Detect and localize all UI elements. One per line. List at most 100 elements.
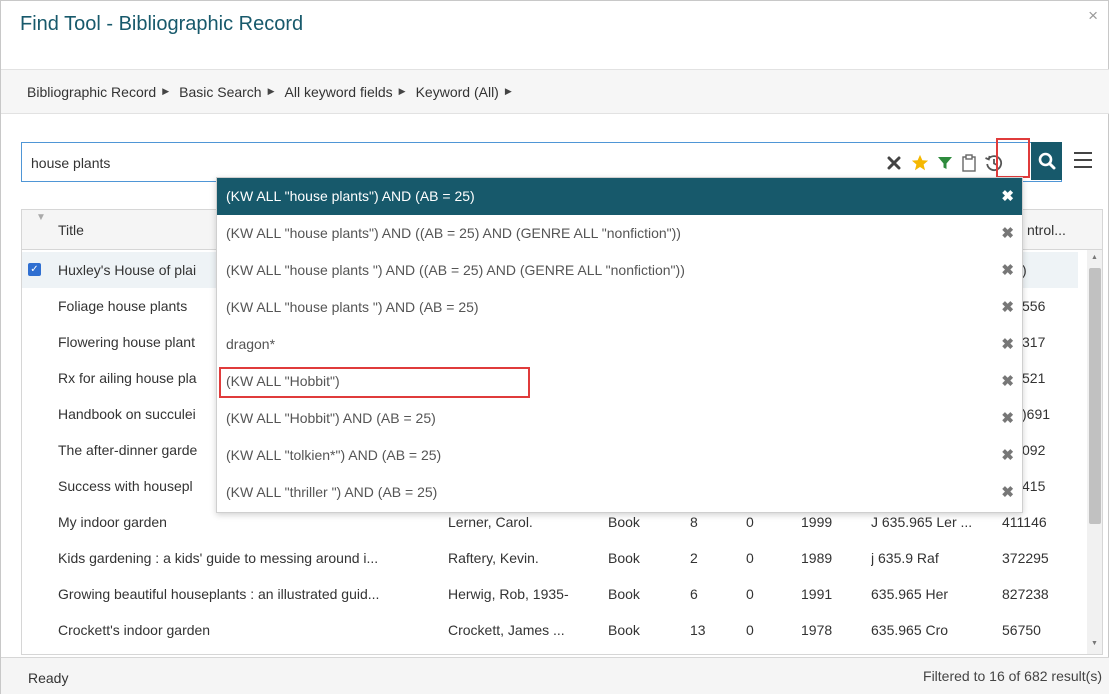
cell-year: 1991 [801,586,833,602]
scroll-up-icon[interactable]: ▲ [1091,254,1098,261]
remove-icon[interactable]: ✖ [1001,372,1014,390]
cell-year: 1999 [801,514,833,530]
pin-icon[interactable]: ▼ [36,212,46,223]
vertical-scrollbar[interactable]: ▲ ▼ [1087,250,1102,654]
cell-control: 521 [1022,370,1046,386]
cell-author: Herwig, Rob, 1935- [448,586,569,602]
clipboard-icon[interactable] [958,151,980,175]
cell-control: 411146 [1002,514,1047,530]
history-item[interactable]: (KW ALL "house plants") AND ((AB = 25) A… [217,215,1022,252]
cell-title: Foliage house plants [58,298,188,314]
cell-year: 1989 [801,550,833,566]
history-item-label: (KW ALL "tolkien*") AND (AB = 25) [226,447,442,463]
history-item[interactable]: dragon* ✖ [217,326,1022,363]
status-text: Ready [28,670,69,686]
remove-icon[interactable]: ✖ [1001,335,1014,353]
filter-icon[interactable] [934,151,956,175]
table-row[interactable]: Kids gardening : a kids' guide to messin… [22,540,1078,576]
status-bar: Ready Filtered to 16 of 682 result(s) [1,657,1109,694]
history-item[interactable]: (KW ALL "house plants") AND (AB = 25) ✖ [217,178,1022,215]
remove-icon[interactable]: ✖ [1001,483,1014,501]
cell-title: Growing beautiful houseplants : an illus… [58,586,380,602]
cell-author: Lerner, Carol. [448,514,533,530]
remove-icon[interactable]: ✖ [1001,446,1014,464]
cell-call-number: j 635.9 Raf [871,550,939,566]
cell-title: Handbook on succulei [58,406,196,422]
cell-year: 1978 [801,622,833,638]
cell-title: Crockett's indoor garden [58,622,211,638]
remove-icon[interactable]: ✖ [1001,298,1014,316]
chevron-right-icon: ▶ [267,86,275,96]
history-item-label: (KW ALL "thriller ") AND (AB = 25) [226,484,438,500]
search-history-dropdown: (KW ALL "house plants") AND (AB = 25) ✖ … [216,177,1023,513]
remove-icon[interactable]: ✖ [1001,261,1014,279]
search-button[interactable] [1031,142,1062,180]
column-header-title[interactable]: Title [58,222,84,238]
cell-control: 092 [1022,442,1046,458]
search-box [21,142,1062,182]
hobbit-highlight-box [219,367,530,398]
cell-author: Raftery, Kevin. [448,550,539,566]
chevron-right-icon: ▶ [504,86,512,96]
breadcrumb-item-basic-search[interactable]: Basic Search ▶ [179,84,274,100]
history-item-label: (KW ALL "house plants") AND (AB = 25) [226,188,475,204]
history-item-label: (KW ALL "Hobbit") AND (AB = 25) [226,410,436,426]
history-item[interactable]: (KW ALL "tolkien*") AND (AB = 25) ✖ [217,437,1022,474]
cell-title: Kids gardening : a kids' guide to messin… [58,550,379,566]
search-input[interactable] [31,152,851,174]
table-row[interactable]: Growing beautiful houseplants : an illus… [22,576,1078,612]
cell-call-number: 635.965 Cro [871,622,949,638]
breadcrumb: Bibliographic Record ▶ Basic Search ▶ All … [1,69,1109,114]
breadcrumb-label: All keyword fields [284,83,393,100]
find-tool-window: Find Tool - Bibliographic Record × Bibli… [0,0,1109,694]
menu-icon[interactable] [1074,152,1096,172]
remove-icon[interactable]: ✖ [1001,409,1014,427]
column-header-control[interactable]: ntrol... [1027,222,1066,238]
remove-icon[interactable]: ✖ [1001,187,1014,205]
cell-count: 8 [690,514,698,530]
history-item[interactable]: (KW ALL "thriller ") AND (AB = 25) ✖ [217,474,1022,511]
cell-format: Book [608,550,640,566]
scroll-down-icon[interactable]: ▼ [1091,640,1098,647]
history-item-label: (KW ALL "house plants ") AND ((AB = 25) … [226,262,685,278]
cell-count: 0 [746,514,754,530]
breadcrumb-label: Basic Search [179,83,262,100]
cell-control: 317 [1022,334,1046,350]
cell-title: Success with housepl [58,478,193,494]
cell-call-number: J 635.965 Ler ... [871,514,973,530]
breadcrumb-item-bibliographic-record[interactable]: Bibliographic Record ▶ [27,84,169,100]
cell-count: 0 [746,622,754,638]
cell-control: )691 [1022,406,1051,422]
breadcrumb-item-keyword-all[interactable]: Keyword (All) ▶ [416,84,512,100]
window-title: Find Tool - Bibliographic Record [20,13,304,35]
breadcrumb-label: Bibliographic Record [27,83,157,100]
cell-control: 827238 [1002,586,1049,602]
cell-format: Book [608,514,640,530]
cell-title: Huxley's House of plai [58,262,197,278]
history-highlight-box [996,138,1030,178]
chevron-right-icon: ▶ [162,86,170,96]
row-checkbox[interactable]: ✓ [28,263,41,276]
remove-icon[interactable]: ✖ [1001,224,1014,242]
scrollbar-thumb[interactable] [1089,268,1101,524]
history-item-label: dragon* [226,336,276,352]
history-item[interactable]: (KW ALL "Hobbit") AND (AB = 25) ✖ [217,400,1022,437]
cell-count: 0 [746,550,754,566]
history-item[interactable]: (KW ALL "house plants ") AND (AB = 25) ✖ [217,289,1022,326]
cell-control: 556 [1022,298,1046,314]
history-item[interactable]: (KW ALL "house plants ") AND ((AB = 25) … [217,252,1022,289]
close-icon[interactable]: × [1088,7,1098,24]
cell-control: 56750 [1002,622,1041,638]
cell-format: Book [608,622,640,638]
cell-count: 13 [690,622,706,638]
favorite-star-icon[interactable] [909,151,931,175]
clear-icon[interactable] [883,151,905,175]
chevron-right-icon: ▶ [398,86,406,96]
cell-control: 372295 [1002,550,1049,566]
search-icon [1038,152,1055,170]
table-row[interactable]: Crockett's indoor garden Crockett, James… [22,612,1078,648]
cell-title: Rx for ailing house pla [58,370,197,386]
cell-format: Book [608,586,640,602]
breadcrumb-item-all-keyword-fields[interactable]: All keyword fields ▶ [285,84,406,100]
cell-title: The after-dinner garde [58,442,198,458]
